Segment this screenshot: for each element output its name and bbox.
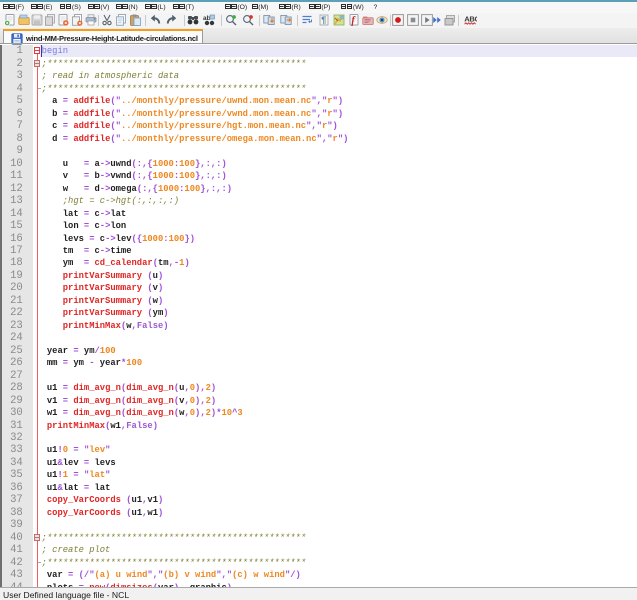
- svg-text:¶: ¶: [321, 15, 326, 25]
- svg-text:ABC: ABC: [464, 14, 477, 23]
